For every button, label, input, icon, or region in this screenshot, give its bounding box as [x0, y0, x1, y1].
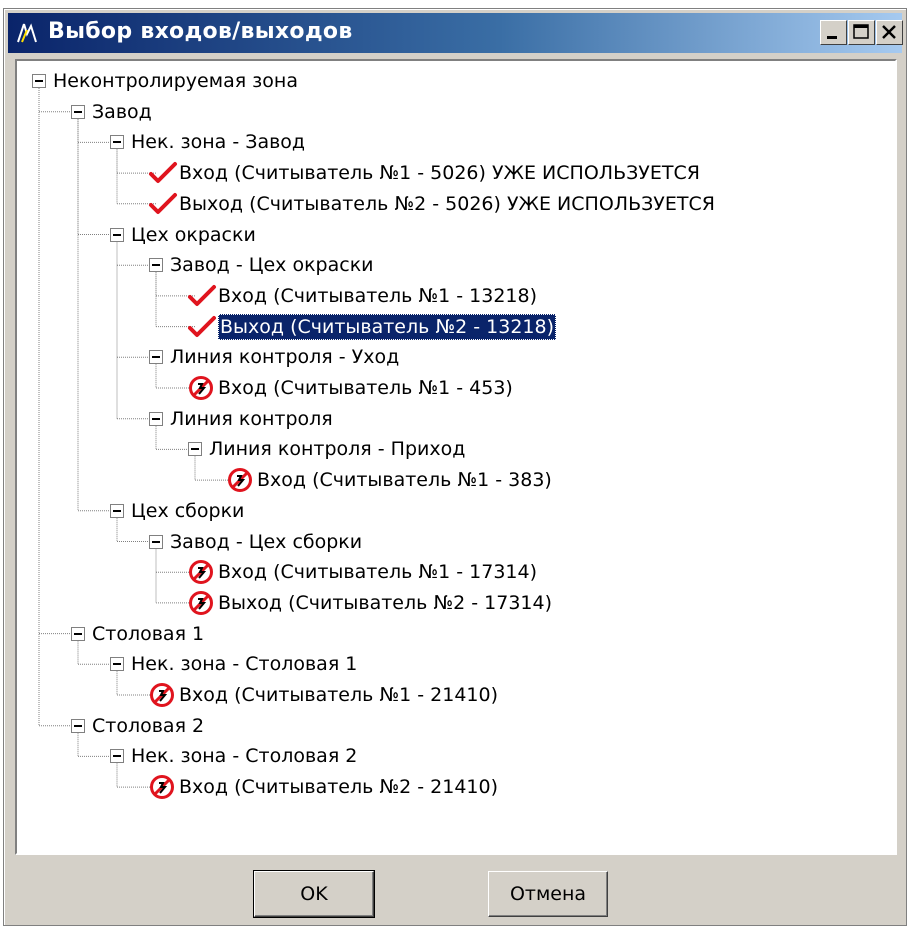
tree-node-label[interactable]: Линия контроля - Уход [170, 344, 399, 370]
ok-button[interactable]: OK [253, 870, 375, 918]
collapse-toggle-icon[interactable] [188, 442, 202, 457]
tree-node[interactable]: Неконтролируемая зона [17, 66, 877, 96]
tree-node[interactable]: Завод [17, 97, 877, 127]
tree-node[interactable]: Столовая 2 [17, 711, 877, 741]
tree-node-label[interactable]: Завод - Цех сборки [170, 529, 362, 555]
maximize-icon [853, 24, 869, 39]
collapse-toggle-icon[interactable] [110, 227, 124, 242]
checkmark-icon [188, 315, 216, 337]
collapse-toggle-icon[interactable] [149, 534, 163, 549]
tree-node[interactable]: Вход (Считыватель №1 - 453) [17, 373, 877, 403]
tree-node[interactable]: Линия контроля [17, 404, 877, 434]
tree-node-label[interactable]: Столовая 1 [92, 621, 204, 647]
unavailable-icon [189, 590, 213, 615]
collapse-toggle-icon[interactable] [149, 350, 163, 365]
minimize-button[interactable] [820, 20, 847, 45]
tree-node-label[interactable]: Вход (Считыватель №1 - 453) [218, 375, 513, 401]
unavailable-icon [228, 468, 252, 493]
collapse-toggle-icon[interactable] [110, 135, 124, 150]
tree-node[interactable]: Столовая 1 [17, 619, 877, 649]
zone-tree-view[interactable]: Неконтролируемая зона Завод Нек. зона - За… [15, 59, 897, 855]
tree-node[interactable]: Выход (Считыватель №2 - 17314) [17, 588, 877, 618]
checkmark-icon [149, 162, 177, 184]
tree-node[interactable]: Линия контроля - Уход [17, 342, 877, 372]
tree-node-label[interactable]: Нек. зона - Столовая 2 [131, 743, 357, 769]
unavailable-icon [150, 683, 174, 707]
tree-node[interactable]: Цех сборки [17, 496, 877, 526]
tree-node-label[interactable]: Цех окраски [131, 222, 256, 248]
tree-node[interactable]: Вход (Считыватель №1 - 383) [17, 465, 877, 495]
dialog-window: Выбор входов/выходов Неконтролируемая зо… [3, 8, 907, 926]
tree-node-label[interactable]: Линия контроля [170, 406, 333, 432]
tree-node-label-selected[interactable]: Выход (Считыватель №2 - 13218) [218, 313, 557, 340]
tree-node[interactable]: Нек. зона - Столовая 1 [17, 649, 877, 679]
tree-node-label[interactable]: Линия контроля - Приход [209, 436, 465, 462]
collapse-toggle-icon[interactable] [71, 718, 85, 733]
tree-node-label[interactable]: Завод [92, 99, 152, 125]
tree-node[interactable]: Вход (Считыватель №1 - 5026) УЖЕ ИСПОЛЬЗ… [17, 158, 877, 188]
checkmark-icon [149, 192, 177, 214]
collapse-toggle-icon[interactable] [71, 104, 85, 119]
tree-node[interactable]: Выход (Считыватель №2 - 5026) УЖЕ ИСПОЛЬ… [17, 189, 877, 219]
tree-node-label[interactable]: Вход (Считыватель №2 - 21410) [179, 774, 498, 800]
tree-node-label[interactable]: Столовая 2 [92, 713, 204, 739]
tree-node-label[interactable]: Цех сборки [131, 498, 244, 524]
tree-node[interactable]: Вход (Считыватель №2 - 21410) [17, 772, 877, 802]
collapse-toggle-icon[interactable] [71, 626, 85, 641]
collapse-toggle-icon[interactable] [110, 657, 124, 672]
tree-node[interactable]: Завод - Цех сборки [17, 527, 877, 557]
tree-node[interactable]: Вход (Считыватель №1 - 21410) [17, 680, 877, 710]
collapse-toggle-icon[interactable] [110, 503, 124, 518]
tree-node-label[interactable]: Вход (Считыватель №1 - 17314) [218, 559, 537, 585]
tree-node[interactable]: Нек. зона - Завод [17, 127, 877, 157]
tree-node-label[interactable]: Вход (Считыватель №1 - 21410) [179, 682, 498, 708]
tree-node[interactable]: Цех окраски [17, 220, 877, 250]
close-button[interactable] [876, 20, 903, 45]
checkmark-icon [188, 284, 216, 306]
collapse-toggle-icon[interactable] [32, 74, 46, 88]
unavailable-icon [189, 376, 213, 400]
tree-node[interactable]: Выход (Считыватель №2 - 13218) [17, 312, 877, 342]
tree-node-label[interactable]: Неконтролируемая зона [53, 68, 298, 94]
unavailable-icon [189, 560, 213, 585]
tree-node[interactable]: Завод - Цех окраски [17, 250, 877, 280]
title-bar[interactable]: Выбор входов/выходов [8, 13, 903, 53]
tree-node[interactable]: Нек. зона - Столовая 2 [17, 741, 877, 771]
collapse-toggle-icon[interactable] [149, 411, 163, 426]
cancel-button[interactable]: Отмена [488, 871, 608, 917]
tree-node-label[interactable]: Выход (Считыватель №2 - 17314) [218, 590, 552, 616]
tree-node-label[interactable]: Нек. зона - Столовая 1 [131, 651, 357, 677]
tree-node-label[interactable]: Вход (Считыватель №1 - 5026) УЖЕ ИСПОЛЬЗ… [179, 160, 700, 186]
collapse-toggle-icon[interactable] [149, 258, 163, 273]
tree-node[interactable]: Линия контроля - Приход [17, 434, 877, 464]
minimize-icon [827, 36, 837, 39]
tree-node-label[interactable]: Вход (Считыватель №1 - 13218) [218, 283, 537, 309]
unavailable-icon [150, 775, 174, 800]
window-title: Выбор входов/выходов [48, 19, 353, 44]
app-icon [17, 23, 37, 43]
tree-node-label[interactable]: Нек. зона - Завод [131, 129, 305, 155]
tree-node-label[interactable]: Вход (Считыватель №1 - 383) [257, 467, 552, 493]
tree-node-label[interactable]: Выход (Считыватель №2 - 5026) УЖЕ ИСПОЛЬ… [179, 191, 715, 217]
close-icon [882, 25, 896, 39]
collapse-toggle-icon[interactable] [110, 749, 124, 764]
maximize-button[interactable] [848, 20, 875, 45]
tree-node[interactable]: Вход (Считыватель №1 - 17314) [17, 557, 877, 587]
tree-node-label[interactable]: Завод - Цех окраски [170, 252, 374, 278]
tree-node[interactable]: Вход (Считыватель №1 - 13218) [17, 281, 877, 311]
